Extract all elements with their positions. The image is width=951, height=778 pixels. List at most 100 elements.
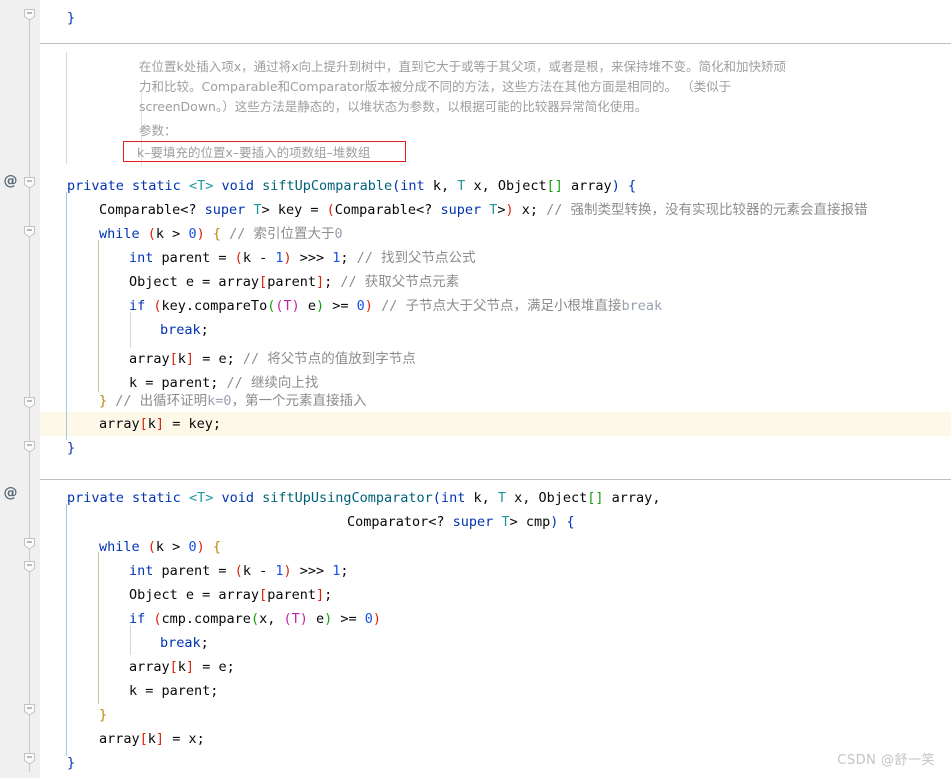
fold-collapse-icon[interactable] (23, 8, 36, 21)
fold-collapse-icon[interactable] (23, 560, 36, 573)
code-token: break (160, 635, 201, 651)
code-line[interactable]: int parent = (k - 1) >>> 1; (129, 559, 349, 583)
fold-collapse-icon[interactable] (23, 225, 36, 238)
fold-collapse-icon[interactable] (23, 537, 36, 550)
annotation-marker-icon[interactable]: @ (3, 174, 18, 189)
editor-gutter[interactable] (0, 0, 40, 778)
code-token: [ (139, 416, 148, 432)
code-line[interactable]: Object e = array[parent]; // 获取父节点元素 (129, 270, 459, 294)
code-line[interactable]: while (k > 0) { // 索引位置大于0 (99, 222, 343, 246)
code-token: > (497, 202, 506, 218)
indent-guide (98, 240, 99, 392)
code-token: >= (332, 611, 365, 627)
code-content-area[interactable]: } private static <T> void siftUpComparabl… (40, 0, 951, 778)
code-token: ) (283, 563, 292, 579)
code-line[interactable]: } (99, 703, 107, 727)
javadoc-param-highlight-box: k–要填充的位置x–要插入的项数组–堆数组 (123, 141, 406, 162)
code-token: k, (465, 490, 498, 506)
code-token: ) (364, 298, 373, 314)
fold-collapse-icon[interactable] (23, 176, 36, 189)
code-token: = key; (164, 416, 221, 432)
code-line[interactable]: if (cmp.compare(x, (T) e) >= 0) (129, 607, 381, 631)
code-line[interactable]: break; (160, 631, 209, 655)
code-line[interactable]: array[k] = key; (99, 412, 221, 436)
code-token: x, (259, 611, 284, 627)
code-line[interactable]: Object e = array[parent]; (129, 583, 332, 607)
code-token: } (67, 440, 76, 456)
code-token: ( (432, 490, 441, 506)
code-token: k (147, 416, 156, 432)
annotation-marker-icon[interactable]: @ (3, 486, 18, 501)
code-token: k (177, 659, 186, 675)
code-token: int (400, 178, 425, 194)
code-token: Object (497, 178, 547, 194)
code-line[interactable]: private static <T> void siftUpUsingCompa… (67, 486, 660, 510)
code-token: Object e = array (129, 274, 260, 290)
code-token: k > (155, 226, 189, 242)
code-token: = e; (194, 659, 235, 675)
code-line[interactable]: } // 出循环证明k=0，第一个元素直接插入 (99, 389, 367, 413)
fold-collapse-icon[interactable] (23, 396, 36, 409)
code-token: k, (424, 178, 458, 194)
code-token: k=0 (207, 393, 232, 409)
code-token: key.compareTo (161, 298, 268, 314)
code-token: static (132, 178, 189, 194)
code-line[interactable]: while (k > 0) { (99, 535, 221, 559)
code-line[interactable]: Comparable<? super T> key = (Comparable<… (99, 198, 868, 222)
code-token: >>> (291, 250, 333, 266)
code-line[interactable]: int parent = (k - 1) >>> 1; // 找到父节点公式 (129, 246, 476, 270)
code-token: ; (324, 274, 341, 290)
code-token: x, (505, 490, 539, 506)
code-token: private (67, 178, 133, 194)
code-line[interactable]: array[k] = e; // 将父节点的值放到字节点 (129, 347, 416, 371)
code-token: ，第一个元素直接插入 (231, 393, 367, 409)
fold-collapse-icon[interactable] (23, 440, 36, 453)
code-token: siftUpUsingComparator (262, 490, 433, 506)
code-line[interactable]: array[k] = e; (129, 655, 235, 679)
code-line[interactable]: if (key.compareTo((T) e) >= 0) // 子节点大于父… (129, 294, 662, 318)
code-token: T (501, 514, 510, 530)
code-token: Comparable (334, 202, 417, 218)
code-token: ) (316, 298, 325, 314)
code-token: ) (196, 539, 205, 555)
code-line[interactable]: array[k] = x; (99, 727, 205, 751)
fold-collapse-icon[interactable] (23, 703, 36, 716)
code-token: Comparator (347, 514, 429, 530)
code-token: = x; (164, 731, 205, 747)
javadoc-popup[interactable]: 在位置k处插入项x，通过将x向上提升到树中，直到它大于或等于其父项，或者是根，来… (106, 44, 951, 166)
code-token: >= (324, 298, 357, 314)
code-token: // (546, 202, 571, 218)
code-token: array, (603, 490, 661, 506)
code-token: 0 (356, 298, 365, 314)
code-token: siftUpComparable (262, 178, 393, 194)
code-token: super (452, 514, 502, 530)
code-token: > cmp (509, 514, 551, 530)
code-token: >>> (291, 563, 333, 579)
code-token: 出循环证明 (139, 393, 208, 409)
code-token: <? (428, 514, 453, 530)
code-line[interactable]: Comparator<? super T> cmp) { (347, 510, 575, 534)
code-token: (T) (275, 298, 300, 314)
code-line[interactable]: } (67, 436, 75, 460)
code-token: [] (587, 490, 604, 506)
code-token: x; (513, 202, 547, 218)
code-line[interactable]: private static <T> void siftUpComparable… (67, 174, 636, 198)
code-token: > key = (261, 202, 327, 218)
code-token: [ (139, 731, 148, 747)
code-line[interactable]: } (67, 751, 75, 775)
code-token: 找到父节点公式 (381, 250, 476, 266)
code-token: { (566, 514, 575, 530)
code-editor[interactable]: @ @ } private static <T> void siftUpCompar… (0, 0, 951, 778)
fold-collapse-icon[interactable] (23, 752, 36, 765)
code-line[interactable]: k = parent; (129, 679, 218, 703)
code-token: ( (326, 202, 335, 218)
code-token: ( (153, 298, 162, 314)
code-token: break (160, 322, 201, 338)
code-line[interactable]: } (67, 6, 75, 30)
code-token: { (627, 178, 637, 194)
code-token: // (356, 250, 382, 266)
code-line[interactable]: break; (160, 318, 209, 342)
